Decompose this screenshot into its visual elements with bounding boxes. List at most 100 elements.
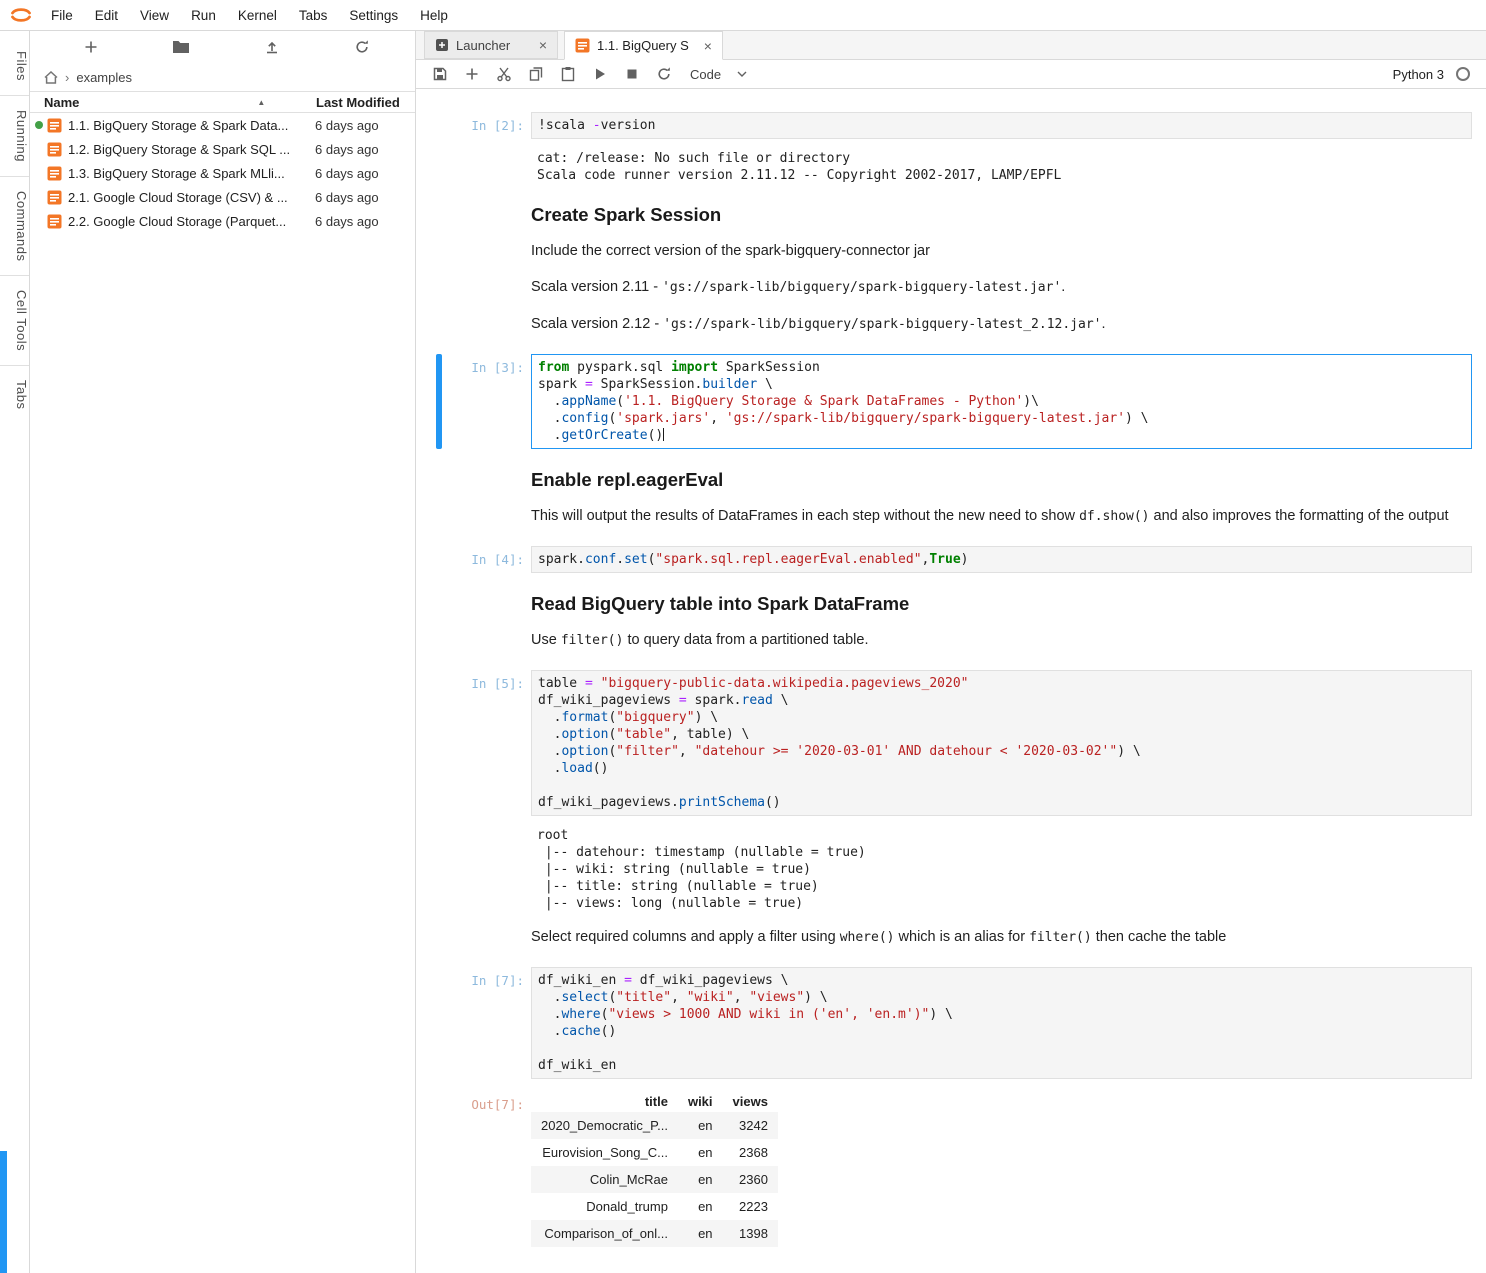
table-cell: Donald_trump <box>531 1193 678 1220</box>
paste-button[interactable] <box>556 62 580 86</box>
notebook-icon <box>47 214 62 229</box>
save-icon <box>432 66 448 82</box>
menu-kernel[interactable]: Kernel <box>227 0 288 30</box>
notebook-cell[interactable]: In [5]:table = "bigquery-public-data.wik… <box>416 670 1486 816</box>
kernel-status-icon[interactable] <box>1456 67 1470 81</box>
cut-button[interactable] <box>492 62 516 86</box>
left-sidebar-tabs: FilesRunningCommandsCell ToolsTabs <box>0 31 30 1273</box>
file-row[interactable]: 2.1. Google Cloud Storage (CSV) & ...6 d… <box>30 185 415 209</box>
tab-close-button[interactable]: × <box>531 38 547 52</box>
table-cell: Colin_McRae <box>531 1166 678 1193</box>
restart-button[interactable] <box>652 62 676 86</box>
markdown-paragraph: Scala version 2.12 - 'gs://spark-lib/big… <box>531 313 1472 336</box>
menu-run[interactable]: Run <box>180 0 227 30</box>
markdown-cell[interactable]: Read BigQuery table into Spark DataFrame <box>531 591 1472 615</box>
cell-type-value: Code <box>690 67 721 82</box>
run-button[interactable] <box>588 62 612 86</box>
tab-close-button[interactable]: × <box>696 39 712 53</box>
table-row: Colin_McRaeen2360 <box>531 1166 778 1193</box>
table-column-header: title <box>531 1091 678 1112</box>
toolbar-buttons <box>428 62 676 86</box>
stop-button[interactable] <box>620 62 644 86</box>
new-folder-button[interactable] <box>168 34 194 60</box>
cell-prompt <box>442 146 531 184</box>
breadcrumb-folder[interactable]: examples <box>76 70 132 85</box>
markdown-cell[interactable]: Use filter() to query data from a partit… <box>531 629 1472 652</box>
table-cell: 2360 <box>723 1166 778 1193</box>
cell-output-text: cat: /release: No such file or directory… <box>531 146 1472 184</box>
file-row[interactable]: 2.2. Google Cloud Storage (Parquet...6 d… <box>30 209 415 233</box>
tab-launcher[interactable]: Launcher× <box>424 31 558 59</box>
code-editor[interactable]: !scala -version <box>531 112 1472 139</box>
menu-tabs[interactable]: Tabs <box>288 0 339 30</box>
menu-edit[interactable]: Edit <box>84 0 129 30</box>
file-name: 1.3. BigQuery Storage & Spark MLli... <box>68 166 315 181</box>
notebook-cell[interactable]: In [7]:df_wiki_en = df_wiki_pageviews \ … <box>416 967 1486 1079</box>
sidebar-tab-files[interactable]: Files <box>0 37 29 96</box>
code-editor[interactable]: from pyspark.sql import SparkSessionspar… <box>531 354 1472 449</box>
sidebar-tab-cell-tools[interactable]: Cell Tools <box>0 276 29 366</box>
tab-1-1-bigquery-s[interactable]: 1.1. BigQuery S × <box>564 31 723 60</box>
cell-prompt <box>442 591 531 615</box>
notebook-block: Read BigQuery table into Spark DataFrame <box>416 591 1486 615</box>
sidebar-tab-running[interactable]: Running <box>0 96 29 177</box>
add-cell-button[interactable] <box>460 62 484 86</box>
notebook-block: Select required columns and apply a filt… <box>416 926 1486 949</box>
file-modified: 6 days ago <box>315 166 400 181</box>
menu-settings[interactable]: Settings <box>338 0 409 30</box>
stop-icon <box>624 66 640 82</box>
blue-indicator-bar <box>0 1151 7 1273</box>
refresh-button[interactable] <box>349 34 375 60</box>
home-icon[interactable] <box>44 71 58 84</box>
file-modified: 6 days ago <box>315 142 400 157</box>
markdown-cell[interactable]: Scala version 2.11 - 'gs://spark-lib/big… <box>531 276 1472 299</box>
cell-prompt <box>442 202 531 226</box>
menu-view[interactable]: View <box>129 0 180 30</box>
new-launcher-button[interactable] <box>78 34 104 60</box>
markdown-cell[interactable]: Scala version 2.12 - 'gs://spark-lib/big… <box>531 313 1472 336</box>
file-row[interactable]: 1.2. BigQuery Storage & Spark SQL ...6 d… <box>30 137 415 161</box>
notebook-cell[interactable]: In [2]:!scala -version <box>416 112 1486 139</box>
copy-button[interactable] <box>524 62 548 86</box>
table-column-header: wiki <box>678 1091 723 1112</box>
code-editor[interactable]: spark.conf.set("spark.sql.repl.eagerEval… <box>531 546 1472 573</box>
column-header-modified[interactable]: Last Modified <box>316 95 400 110</box>
sidebar-tab-commands[interactable]: Commands <box>0 177 29 276</box>
save-button[interactable] <box>428 62 452 86</box>
code-editor[interactable]: df_wiki_en = df_wiki_pageviews \ .select… <box>531 967 1472 1079</box>
notebook-cell[interactable]: In [4]:spark.conf.set("spark.sql.repl.ea… <box>416 546 1486 573</box>
file-row[interactable]: 1.1. BigQuery Storage & Spark Data...6 d… <box>30 113 415 137</box>
column-header-name[interactable]: Name ▲ <box>44 95 316 110</box>
markdown-cell[interactable]: Select required columns and apply a filt… <box>531 926 1472 949</box>
code-editor[interactable]: table = "bigquery-public-data.wikipedia.… <box>531 670 1472 816</box>
cell-prompt: In [4]: <box>442 546 531 573</box>
notebook-cell[interactable]: In [3]:from pyspark.sql import SparkSess… <box>416 354 1486 449</box>
file-row[interactable]: 1.3. BigQuery Storage & Spark MLli...6 d… <box>30 161 415 185</box>
file-modified: 6 days ago <box>315 214 400 229</box>
markdown-paragraph: Include the correct version of the spark… <box>531 240 1472 262</box>
cell-output-text: root |-- datehour: timestamp (nullable =… <box>531 823 1472 912</box>
column-header-name-label: Name <box>44 95 79 110</box>
table-row: Comparison_of_onl...en1398 <box>531 1220 778 1247</box>
dock-tab-bar: Launcher× 1.1. BigQuery S × <box>416 31 1486 60</box>
markdown-cell[interactable]: This will output the results of DataFram… <box>531 505 1472 528</box>
tab-label: 1.1. BigQuery S <box>597 38 689 53</box>
markdown-cell[interactable]: Include the correct version of the spark… <box>531 240 1472 262</box>
menu-file[interactable]: File <box>40 0 84 30</box>
menu-help[interactable]: Help <box>409 0 459 30</box>
cell-prompt: Out[7]: <box>442 1091 531 1247</box>
cell-type-dropdown[interactable]: Code <box>690 67 747 82</box>
notebook-block: Scala version 2.12 - 'gs://spark-lib/big… <box>416 313 1486 336</box>
upload-button[interactable] <box>259 34 285 60</box>
markdown-cell[interactable]: Create Spark Session <box>531 202 1472 226</box>
table-row: Eurovision_Song_C...en2368 <box>531 1139 778 1166</box>
markdown-cell[interactable]: Enable repl.eagerEval <box>531 467 1472 491</box>
markdown-paragraph: Scala version 2.11 - 'gs://spark-lib/big… <box>531 276 1472 299</box>
notebook-icon <box>47 166 62 181</box>
breadcrumb: › examples <box>30 63 415 91</box>
kernel-name[interactable]: Python 3 <box>1393 67 1444 82</box>
sidebar-tab-tabs[interactable]: Tabs <box>0 366 29 423</box>
sort-ascending-icon: ▲ <box>257 98 265 107</box>
cell-prompt <box>442 505 531 528</box>
launcher-icon <box>435 38 449 52</box>
